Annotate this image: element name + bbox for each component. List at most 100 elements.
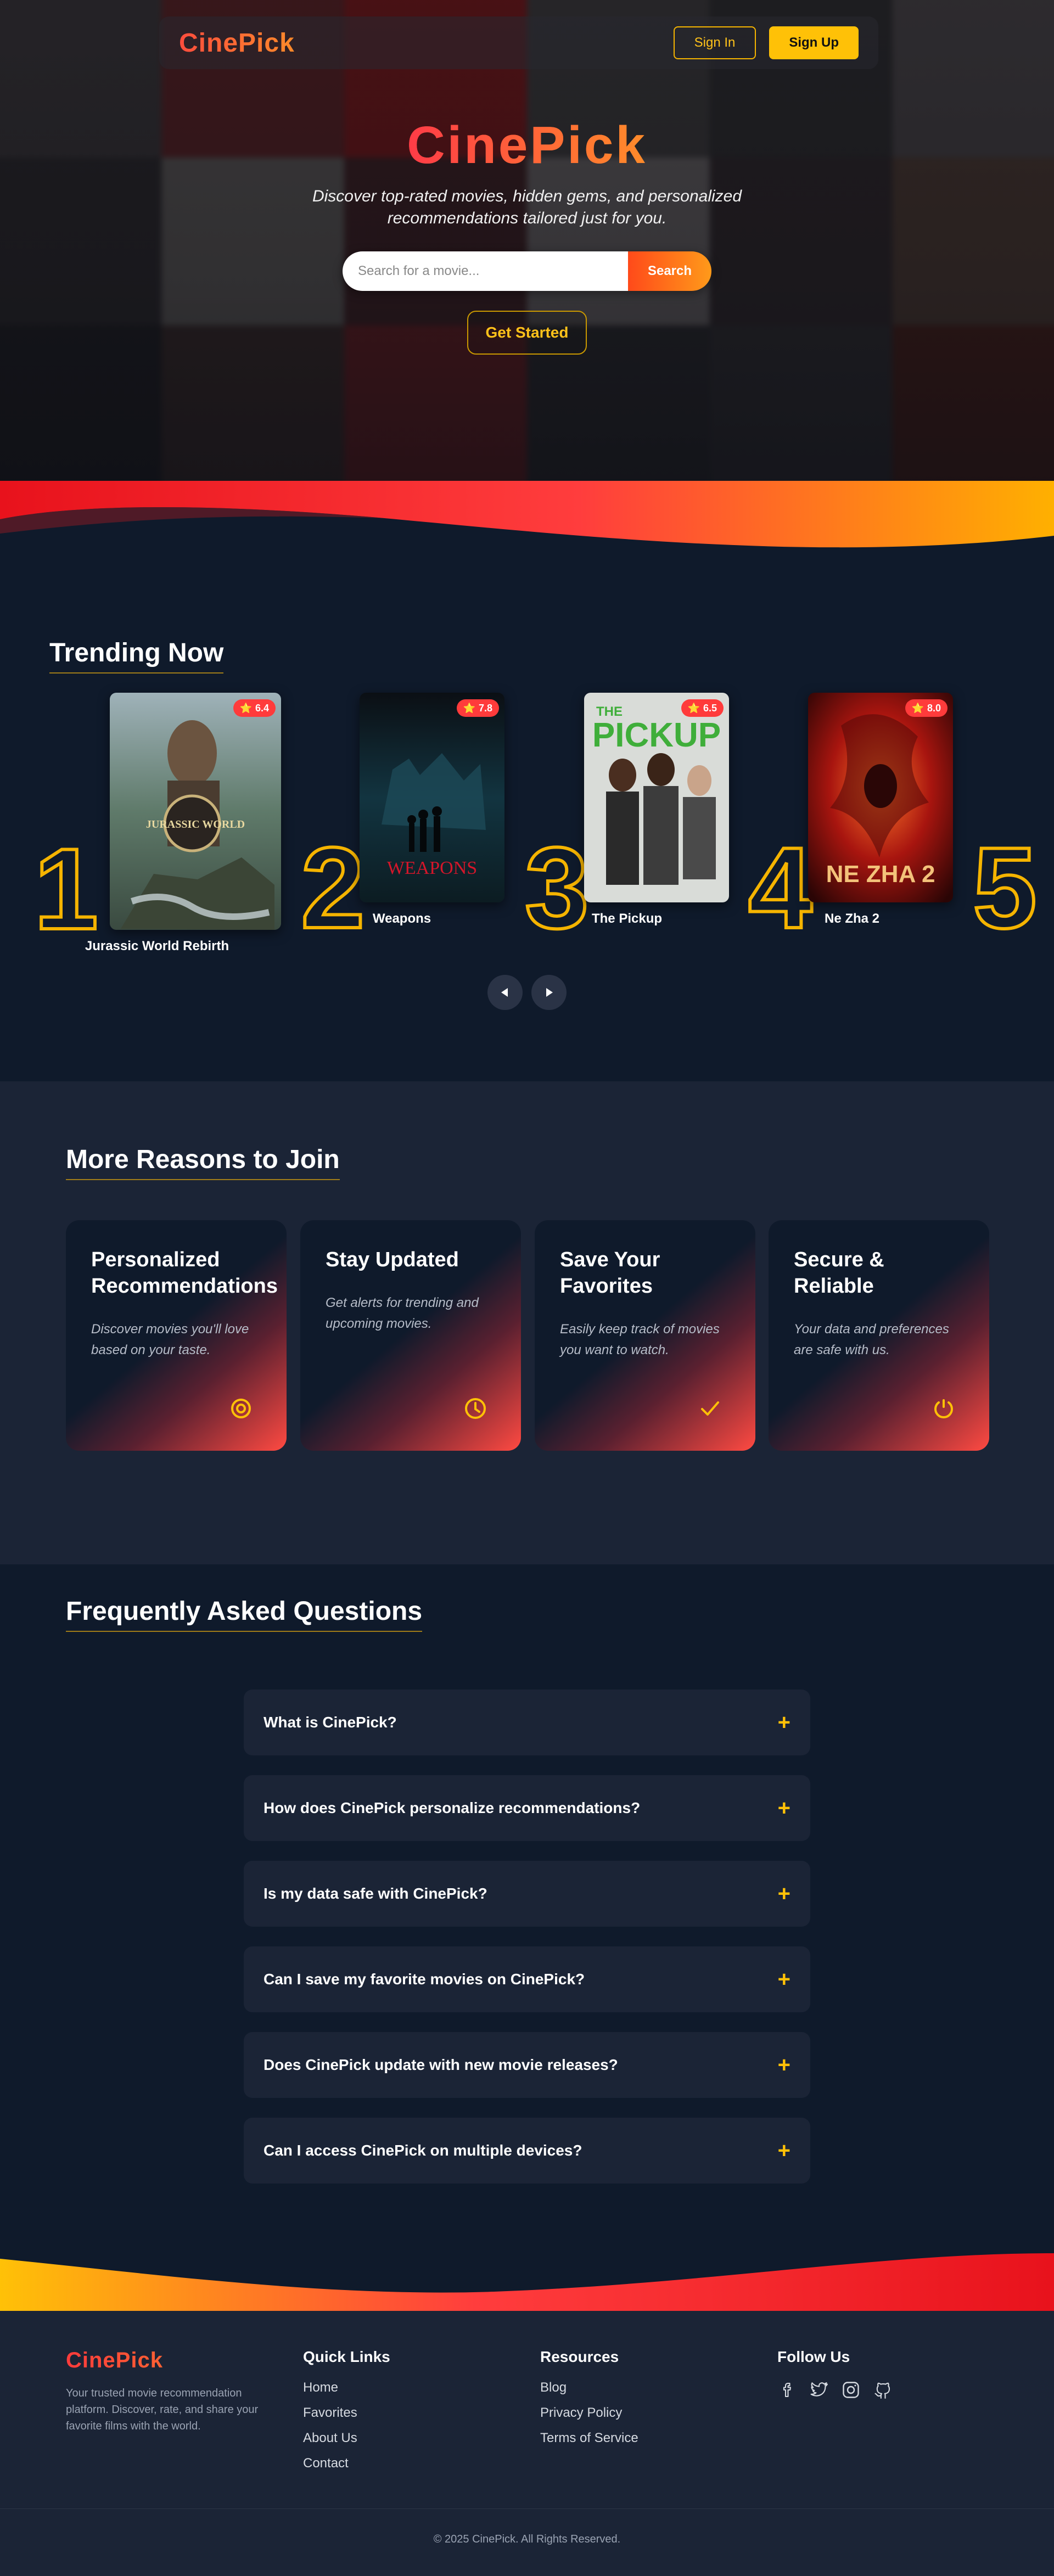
footer-logo[interactable]: CinePick [66,2348,269,2373]
poster-text-jw: JURASSIC WORLD [146,818,245,830]
footer-link-terms[interactable]: Terms of Service [540,2431,638,2446]
clock-icon [465,1398,486,1419]
faq-title: Frequently Asked Questions [66,1596,423,1632]
carousel-next-button[interactable] [531,975,567,1010]
rank-number: 4 [747,823,814,952]
social-links [777,2380,893,2400]
footer-link-favorites[interactable]: Favorites [303,2405,390,2421]
faq-item[interactable]: Can I access CinePick on multiple device… [244,2118,810,2184]
top-navbar: CinePick Sign In Sign Up [159,16,878,69]
star-icon: ⭐ [911,702,924,714]
footer-link-home[interactable]: Home [303,2380,390,2395]
footer-divider [0,2508,1054,2509]
poster-text-weapons: WEAPONS [387,858,477,878]
footer-follow: Follow Us [777,2348,893,2400]
movie-poster-ne-zha-2[interactable]: NE ZHA 2 ⭐ 8.0 [808,693,953,902]
carousel-prev-button[interactable] [487,975,523,1010]
footer-link-privacy[interactable]: Privacy Policy [540,2405,638,2421]
target-icon [231,1399,251,1418]
card-title: Stay Updated [326,1248,459,1271]
power-icon [934,1399,953,1418]
nav-logo[interactable]: CinePick [179,28,295,58]
faq-question: What is CinePick? [264,1714,397,1731]
card-title: Personalized Recommendations [91,1248,278,1298]
faq-item[interactable]: Does CinePick update with new movie rele… [244,2032,810,2098]
search-button[interactable]: Search [628,251,711,291]
faq-item[interactable]: Is my data safe with CinePick? + [244,1861,810,1927]
footer-wave-divider [0,2253,1054,2314]
trending-title: Trending Now [49,638,224,674]
footer-description: Your trusted movie recommendation platfo… [66,2387,259,2432]
triangle-left-icon [501,988,508,997]
rating-badge: ⭐ 7.8 [456,699,499,717]
nav-actions: Sign In Sign Up [673,26,859,59]
plus-icon[interactable]: + [778,2054,790,2076]
faq-question: Can I save my favorite movies on CinePic… [264,1971,585,1988]
faq-question: Does CinePick update with new movie rele… [264,2056,618,2073]
triangle-right-icon [546,988,553,997]
faq-item[interactable]: How does CinePick personalize recommenda… [244,1775,810,1841]
site-footer: CinePick Your trusted movie recommendati… [0,2311,1054,2576]
search-input[interactable] [343,251,628,291]
rank-number: 3 [523,823,591,952]
reason-card-save-favorites: Save Your Favorites Easily keep track of… [535,1220,755,1451]
poster-text-nezha: NE ZHA 2 [826,861,935,888]
get-started-button[interactable]: Get Started [467,311,587,355]
movie-poster-weapons[interactable]: WEAPONS ⭐ 7.8 [360,693,504,902]
faq-section: Frequently Asked Questions What is CineP… [0,1564,1054,2256]
faq-question: Can I access CinePick on multiple device… [264,2142,582,2159]
github-icon[interactable] [873,2380,893,2400]
footer-heading: Follow Us [777,2348,850,2365]
card-text: Get alerts for trending and upcoming mov… [326,1295,479,1331]
reason-card-secure: Secure & Reliable Your data and preferen… [769,1220,989,1451]
footer-brand: CinePick Your trusted movie recommendati… [66,2348,269,2434]
plus-icon[interactable]: + [778,2140,790,2162]
hero-section: CinePick Sign In Sign Up CinePick Discov… [0,0,1054,483]
reason-card-personalized: Personalized Recommendations Discover mo… [66,1220,287,1451]
footer-link-blog[interactable]: Blog [540,2380,638,2395]
plus-icon[interactable]: + [778,1797,790,1819]
footer-heading: Quick Links [303,2348,390,2365]
sign-up-button[interactable]: Sign Up [769,26,859,59]
footer-heading: Resources [540,2348,619,2365]
poster-text-pickup: PICKUP [592,716,721,754]
card-text: Easily keep track of movies you want to … [560,1322,720,1357]
movie-poster-the-pickup[interactable]: THE PICKUP ⭐ 6.5 [584,693,729,902]
rank-number: 1 [32,824,100,953]
footer-link-about[interactable]: About Us [303,2431,390,2446]
search-bar: Search [343,251,711,291]
faq-item[interactable]: What is CinePick? + [244,1690,810,1755]
copyright-text: © 2025 CinePick. All Rights Reserved. [433,2533,621,2545]
movie-title[interactable]: Jurassic World Rebirth [66,939,248,954]
check-icon [701,1401,719,1416]
facebook-icon[interactable] [777,2380,797,2400]
rating-badge: ⭐ 6.5 [681,699,724,717]
rank-number: 5 [971,823,1039,952]
movie-title[interactable]: Weapons [340,911,463,927]
movie-title[interactable]: Ne Zha 2 [790,911,913,927]
footer-link-contact[interactable]: Contact [303,2456,390,2471]
movie-title[interactable]: The Pickup [565,911,688,927]
hero-wave-divider [0,481,1054,548]
star-icon: ⭐ [463,702,475,714]
faq-question: Is my data safe with CinePick? [264,1885,487,1902]
hero-title: CinePick [0,115,1054,176]
sign-in-button[interactable]: Sign In [673,26,756,59]
card-text: Discover movies you'll love based on you… [91,1322,249,1357]
star-icon: ⭐ [687,702,700,714]
rank-number: 2 [299,823,367,952]
instagram-icon[interactable] [841,2380,861,2400]
rating-badge: ⭐ 6.4 [233,699,276,717]
plus-icon[interactable]: + [778,1883,790,1905]
trending-section: Trending Now 1 JURASSIC WORLD ⭐ 6.4 Juras… [0,549,1054,1081]
plus-icon[interactable]: + [778,1711,790,1733]
faq-question: How does CinePick personalize recommenda… [264,1799,641,1816]
hero-subtitle: Discover top-rated movies, hidden gems, … [312,187,742,227]
footer-resources: Resources Blog Privacy Policy Terms of S… [540,2348,638,2446]
rating-badge: ⭐ 8.0 [905,699,948,717]
card-title: Secure & Reliable [794,1248,884,1298]
twitter-icon[interactable] [809,2380,829,2400]
movie-poster-jurassic-world-rebirth[interactable]: JURASSIC WORLD ⭐ 6.4 [110,693,281,930]
faq-item[interactable]: Can I save my favorite movies on CinePic… [244,1946,810,2012]
plus-icon[interactable]: + [778,1968,790,1990]
